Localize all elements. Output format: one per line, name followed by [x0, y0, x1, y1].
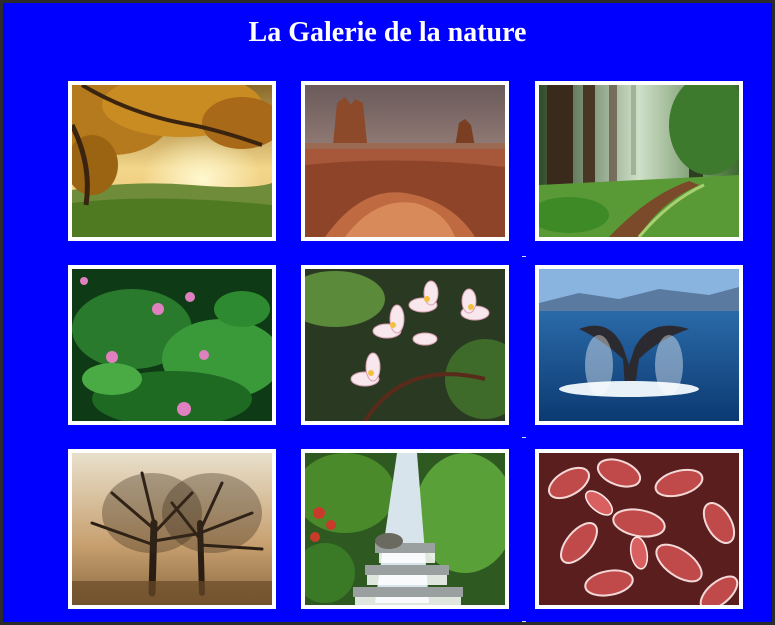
photo-frosted-leaves[interactable]	[535, 449, 743, 609]
photo-pink-wildflowers[interactable]	[68, 265, 276, 425]
photo-plumeria-image	[305, 269, 505, 421]
photo-desert-buttes[interactable]	[301, 81, 509, 241]
photo-waterfall-garden-image	[305, 453, 505, 605]
photo-pink-wildflowers-image	[72, 269, 272, 421]
photo-redwood-forest[interactable]	[535, 81, 743, 241]
photo-frosted-leaves-image	[539, 453, 739, 605]
photo-misty-trees-image	[72, 453, 272, 605]
photo-autumn-tree[interactable]	[68, 81, 276, 241]
photo-desert-buttes-image	[305, 85, 505, 237]
photo-misty-trees[interactable]	[68, 449, 276, 609]
divider-dash	[522, 437, 526, 438]
photo-plumeria[interactable]	[301, 265, 509, 425]
photo-autumn-tree-image	[72, 85, 272, 237]
photo-whale-tail-image	[539, 269, 739, 421]
photo-waterfall-garden[interactable]	[301, 449, 509, 609]
page-title: La Galerie de la nature	[248, 17, 527, 48]
photo-redwood-forest-image	[539, 85, 739, 237]
photo-grid	[68, 81, 743, 622]
divider-dash	[522, 256, 526, 257]
gallery-page: La Galerie de la nature	[3, 3, 772, 622]
divider-dash	[522, 621, 526, 622]
photo-whale-tail[interactable]	[535, 265, 743, 425]
